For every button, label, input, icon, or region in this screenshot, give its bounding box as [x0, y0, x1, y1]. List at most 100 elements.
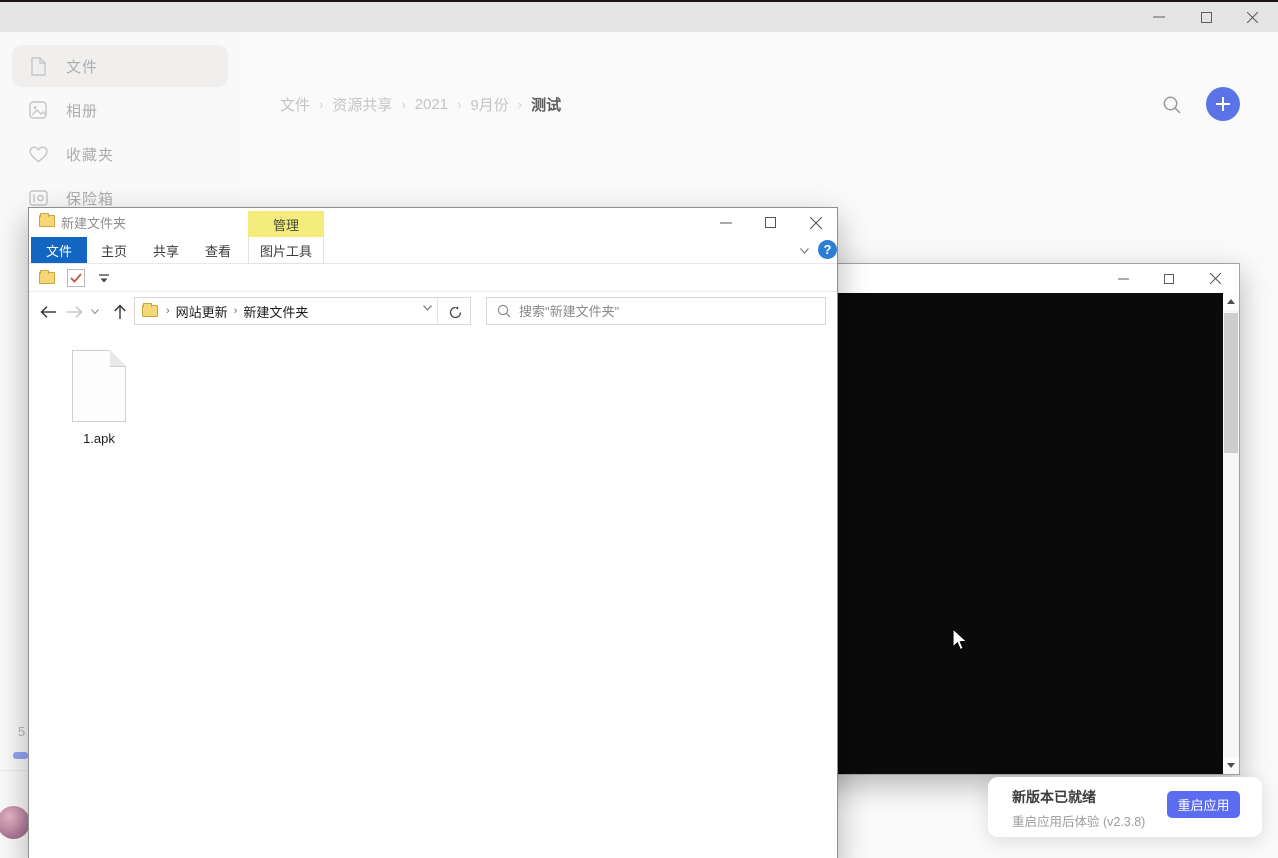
- file-name: 1.apk: [83, 431, 115, 446]
- app-maximize-button[interactable]: [1183, 2, 1229, 32]
- address-row: › 网站更新 › 新建文件夹: [29, 293, 837, 330]
- arrow-right-icon: [66, 306, 83, 318]
- address-separator: ›: [166, 305, 170, 317]
- tab-view[interactable]: 查看: [193, 237, 243, 263]
- breadcrumb-item-current: 测试: [531, 94, 561, 115]
- breadcrumb-separator: ›: [319, 97, 323, 112]
- breadcrumb-item[interactable]: 2021: [415, 96, 448, 113]
- safe-icon: [28, 188, 48, 208]
- refresh-button[interactable]: [445, 302, 465, 322]
- minimize-icon: [1118, 273, 1129, 284]
- address-segment[interactable]: 网站更新: [176, 302, 228, 321]
- explorer-close-button[interactable]: [793, 208, 838, 237]
- tab-share[interactable]: 共享: [141, 237, 191, 263]
- folder-icon: [39, 272, 55, 284]
- storage-usage-bar: [13, 752, 28, 759]
- app-titlebar: [0, 2, 1278, 32]
- photo-icon: [28, 100, 48, 120]
- breadcrumb-item[interactable]: 资源共享: [332, 94, 392, 115]
- back-button[interactable]: [35, 299, 61, 325]
- scroll-down-button[interactable]: [1223, 757, 1239, 774]
- breadcrumb: 文件 › 资源共享 › 2021 › 9月份 › 测试: [280, 93, 561, 115]
- up-button[interactable]: [107, 299, 133, 325]
- tab-file[interactable]: 文件: [31, 237, 87, 263]
- close-icon: [810, 217, 822, 229]
- explorer-file-list: 1.apk: [29, 330, 837, 858]
- customize-qat-button[interactable]: [99, 274, 109, 283]
- sidebar-item-label: 文件: [66, 56, 98, 77]
- chevron-down-icon: [423, 305, 432, 311]
- heart-icon: [28, 144, 48, 164]
- breadcrumb-separator: ›: [518, 97, 522, 112]
- app-minimize-button[interactable]: [1136, 2, 1182, 32]
- restart-app-button[interactable]: 重启应用: [1167, 791, 1240, 818]
- help-button[interactable]: ?: [818, 240, 837, 259]
- app-search-button[interactable]: [1160, 93, 1184, 117]
- bw-minimize-button[interactable]: [1103, 264, 1143, 293]
- sidebar-item-label: 相册: [66, 100, 98, 121]
- explorer-window-title: 新建文件夹: [61, 213, 126, 232]
- chevron-down-icon: [91, 309, 99, 314]
- search-input[interactable]: [519, 304, 799, 319]
- scrollbar[interactable]: [1223, 293, 1239, 774]
- chevron-up-icon: [1227, 299, 1235, 304]
- breadcrumb-item[interactable]: 9月份: [470, 94, 508, 115]
- quick-access-toolbar: [29, 265, 837, 292]
- sidebar-item-albums[interactable]: 相册: [12, 89, 228, 131]
- address-dropdown-button[interactable]: [423, 305, 432, 311]
- arrow-up-icon: [114, 304, 126, 320]
- toast-subtitle: 重启应用后体验 (v2.3.8): [1012, 811, 1145, 830]
- bw-close-button[interactable]: [1195, 264, 1235, 293]
- search-icon: [497, 304, 511, 318]
- address-separator: ›: [234, 305, 238, 317]
- explorer-minimize-button[interactable]: [703, 208, 748, 237]
- maximize-icon: [1201, 12, 1212, 23]
- minimize-icon: [720, 217, 732, 229]
- minimize-icon: [1153, 11, 1165, 23]
- storage-text-fragment: 5: [18, 724, 25, 739]
- app-close-button[interactable]: [1229, 2, 1275, 32]
- plus-icon: [1215, 96, 1231, 112]
- search-icon: [1162, 95, 1182, 115]
- forward-button[interactable]: [61, 299, 87, 325]
- maximize-icon: [765, 217, 776, 228]
- breadcrumb-separator: ›: [457, 97, 461, 112]
- mouse-cursor: [950, 628, 970, 652]
- close-icon: [1210, 273, 1221, 284]
- refresh-icon: [449, 306, 462, 319]
- address-bar[interactable]: › 网站更新 › 新建文件夹: [134, 297, 471, 325]
- close-icon: [1247, 12, 1258, 23]
- folder-icon: [39, 215, 55, 227]
- sidebar-item-label: 收藏夹: [66, 144, 114, 165]
- properties-check-icon[interactable]: [67, 269, 85, 287]
- scroll-up-button[interactable]: [1223, 293, 1239, 310]
- explorer-titlebar: 新建文件夹 管理: [29, 208, 837, 237]
- blank-file-icon: [72, 350, 126, 422]
- tab-home[interactable]: 主页: [89, 237, 139, 263]
- scrollbar-thumb[interactable]: [1224, 313, 1238, 453]
- add-button[interactable]: [1206, 87, 1240, 121]
- toast-title: 新版本已就绪: [1012, 787, 1096, 807]
- explorer-maximize-button[interactable]: [748, 208, 793, 237]
- search-box[interactable]: [486, 297, 826, 325]
- folder-icon: [142, 305, 158, 317]
- sidebar-item-label: 保险箱: [66, 188, 114, 209]
- sidebar-item-files[interactable]: 文件: [12, 45, 228, 87]
- file-icon: [28, 56, 48, 76]
- breadcrumb-item[interactable]: 文件: [280, 94, 310, 115]
- bw-maximize-button[interactable]: [1149, 264, 1189, 293]
- chevron-down-icon: [1227, 763, 1235, 768]
- contextual-tab-manage[interactable]: 管理: [248, 211, 324, 237]
- ribbon-collapse-button[interactable]: [795, 243, 813, 259]
- explorer-window: 新建文件夹 管理 文件 主页 共享 查看 图片工具 ?: [28, 207, 838, 858]
- file-item[interactable]: 1.apk: [57, 350, 141, 446]
- sidebar-item-favorites[interactable]: 收藏夹: [12, 133, 228, 175]
- ribbon-tab-row: 文件 主页 共享 查看 图片工具 ?: [29, 237, 837, 264]
- tab-picture-tools[interactable]: 图片工具: [248, 237, 324, 264]
- update-toast: 新版本已就绪 重启应用后体验 (v2.3.8) 重启应用: [988, 777, 1262, 837]
- dropdown-arrow-icon: [99, 274, 109, 283]
- chevron-down-icon: [800, 248, 809, 254]
- arrow-left-icon: [40, 306, 57, 318]
- recent-locations-button[interactable]: [87, 299, 103, 325]
- address-segment[interactable]: 新建文件夹: [243, 302, 308, 321]
